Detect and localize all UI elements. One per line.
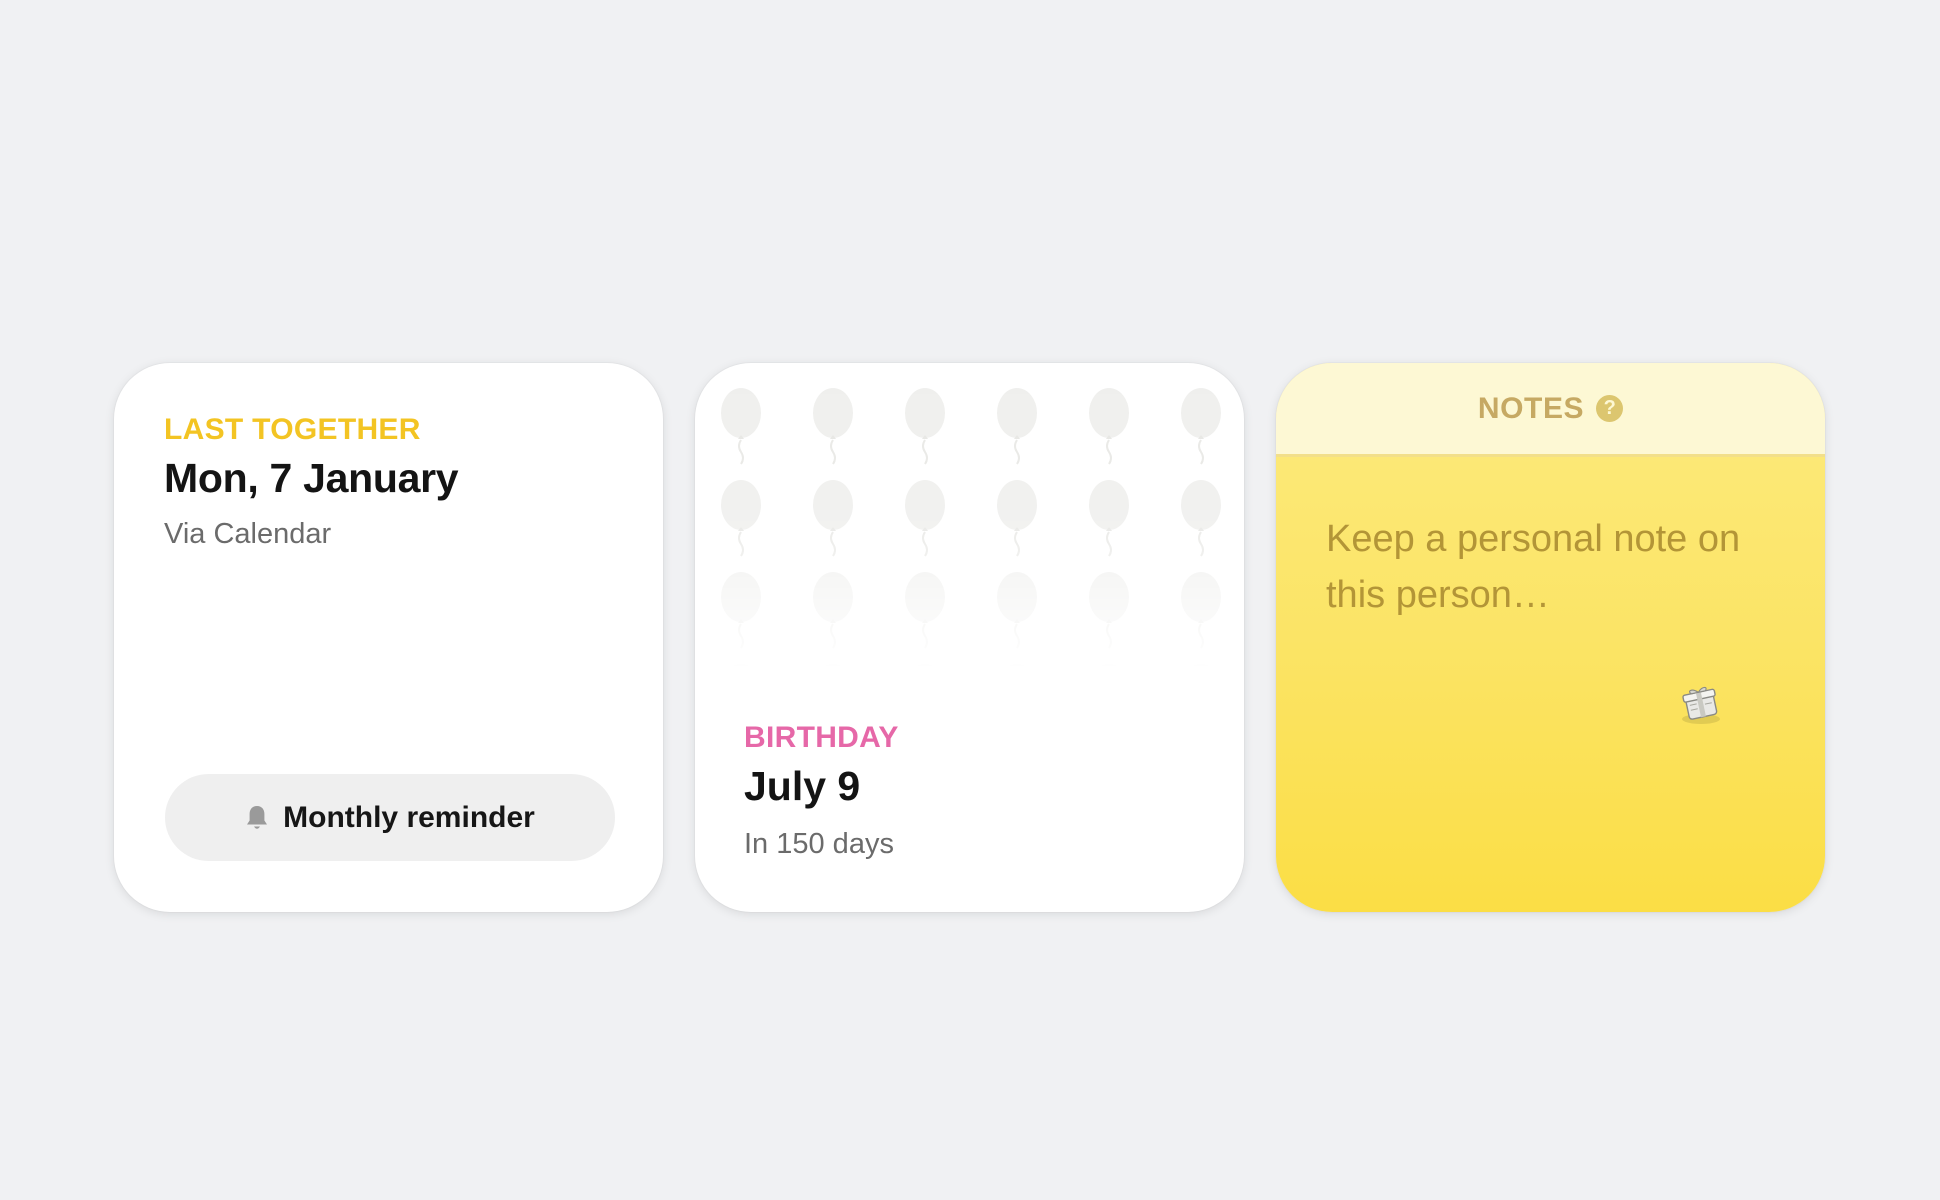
balloon-icon <box>1181 572 1221 649</box>
balloon-icon <box>997 572 1037 649</box>
bell-icon <box>247 805 268 829</box>
balloon-icon <box>813 664 853 713</box>
last-together-date: Mon, 7 January <box>164 455 459 501</box>
last-together-source: Via Calendar <box>164 518 332 550</box>
last-together-card: LAST TOGETHER Mon, 7 January Via Calenda… <box>114 363 663 912</box>
notes-header: NOTES ? <box>1276 363 1825 457</box>
balloon-icon <box>813 572 853 649</box>
balloon-icon <box>721 388 761 465</box>
balloon-icon <box>1181 480 1221 557</box>
balloon-icon <box>721 664 761 713</box>
birthday-card: BIRTHDAY July 9 In 150 days <box>695 363 1244 912</box>
balloon-icon <box>1181 388 1221 465</box>
last-together-label: LAST TOGETHER <box>164 413 421 446</box>
notes-title: NOTES <box>1477 391 1585 425</box>
notes-card: NOTES ? <box>1276 363 1825 912</box>
balloon-icon <box>905 572 945 649</box>
balloon-pattern <box>721 388 1221 713</box>
monthly-reminder-label: Monthly reminder <box>283 800 535 834</box>
birthday-date: July 9 <box>744 763 861 809</box>
balloon-icon <box>1089 664 1129 713</box>
monthly-reminder-button[interactable]: Monthly reminder <box>165 774 615 861</box>
help-icon[interactable]: ? <box>1596 395 1624 422</box>
balloon-icon <box>721 572 761 649</box>
balloon-icon <box>1089 480 1129 557</box>
balloon-icon <box>997 480 1037 557</box>
gift-icon <box>1682 686 1720 724</box>
birthday-countdown: In 150 days <box>744 828 894 860</box>
notes-input[interactable] <box>1326 511 1786 661</box>
balloon-icon <box>1089 388 1129 465</box>
balloon-icon <box>997 388 1037 465</box>
balloon-icon <box>905 480 945 557</box>
balloon-icon <box>813 480 853 557</box>
balloon-icon <box>905 664 945 713</box>
balloon-icon <box>905 388 945 465</box>
balloon-icon <box>1181 664 1221 713</box>
balloon-icon <box>721 480 761 557</box>
balloon-icon <box>813 388 853 465</box>
birthday-label: BIRTHDAY <box>744 721 899 754</box>
balloon-icon <box>997 664 1037 713</box>
balloon-icon <box>1089 572 1129 649</box>
